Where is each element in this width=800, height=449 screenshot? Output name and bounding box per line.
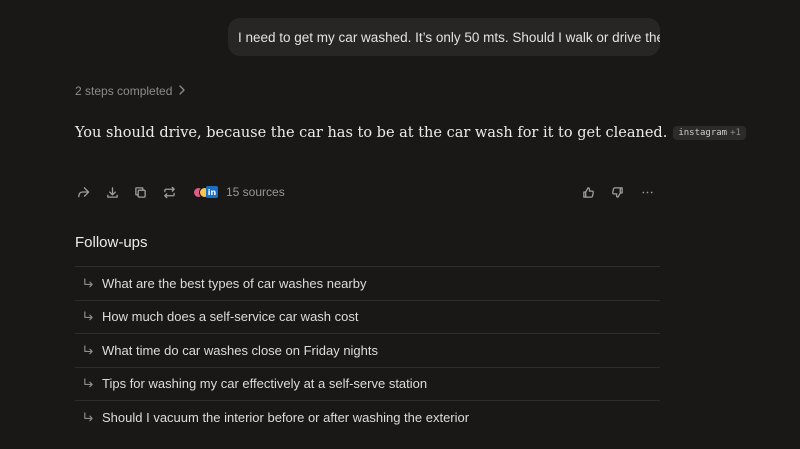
answer-text: You should drive, because the car has to… — [75, 125, 668, 141]
followups-list: What are the best types of car washes ne… — [75, 266, 660, 434]
copy-icon[interactable] — [132, 184, 148, 200]
followup-item[interactable]: What are the best types of car washes ne… — [75, 266, 660, 300]
followup-item[interactable]: How much does a self-service car wash co… — [75, 299, 660, 334]
return-arrow-icon — [81, 310, 95, 324]
user-message-bubble: I need to get my car washed. It’s only 5… — [228, 18, 660, 56]
share-icon[interactable] — [75, 184, 91, 200]
citation-source: instagram — [678, 128, 728, 138]
return-arrow-icon — [81, 377, 95, 391]
download-icon[interactable] — [104, 184, 120, 200]
more-icon[interactable] — [639, 184, 655, 200]
followup-item[interactable]: What time do car washes close on Friday … — [75, 333, 660, 367]
source-favicons: in — [193, 185, 221, 199]
steps-completed-toggle[interactable]: 2 steps completed — [75, 84, 186, 98]
followup-text: How much does a self-service car wash co… — [102, 309, 359, 325]
linkedin-favicon-icon: in — [206, 186, 218, 198]
followup-item[interactable]: Should I vacuum the interior before or a… — [75, 400, 660, 434]
thumbs-down-icon[interactable] — [609, 184, 625, 200]
followup-text: What are the best types of car washes ne… — [102, 275, 367, 291]
steps-completed-label: 2 steps completed — [75, 84, 173, 98]
rewrite-icon[interactable] — [161, 184, 177, 200]
chevron-right-icon — [178, 84, 186, 98]
citation-more-count: +1 — [730, 128, 741, 138]
citation-badge[interactable]: instagram +1 — [673, 126, 746, 140]
followup-text: Tips for washing my car effectively at a… — [102, 376, 428, 392]
answer-text-block: You should drive, because the car has to… — [75, 125, 746, 141]
followup-text: Should I vacuum the interior before or a… — [102, 409, 470, 425]
return-arrow-icon — [81, 276, 95, 290]
sources-count-label: 15 sources — [226, 185, 285, 199]
followup-text: What time do car washes close on Friday … — [102, 342, 379, 358]
followups-heading: Follow-ups — [75, 234, 148, 251]
user-message-text: I need to get my car washed. It’s only 5… — [238, 29, 660, 45]
return-arrow-icon — [81, 343, 95, 357]
followup-item[interactable]: Tips for washing my car effectively at a… — [75, 366, 660, 401]
sources-button[interactable]: in 15 sources — [193, 182, 285, 202]
thumbs-up-icon[interactable] — [580, 184, 596, 200]
answer-toolbar: in 15 sources — [75, 182, 660, 202]
return-arrow-icon — [81, 410, 95, 424]
